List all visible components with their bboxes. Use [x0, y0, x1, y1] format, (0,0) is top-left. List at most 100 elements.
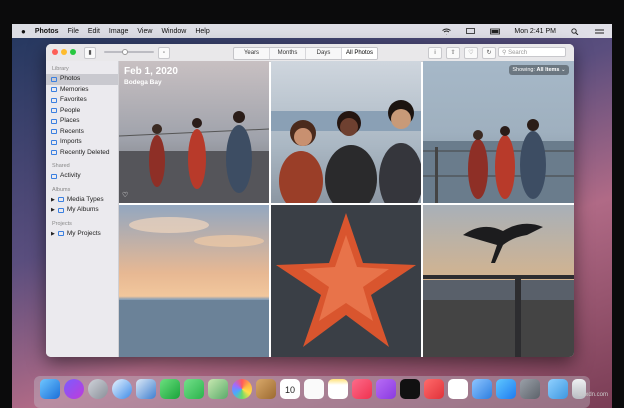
photo-tile[interactable] — [423, 205, 574, 357]
system-preferences-icon[interactable] — [520, 379, 540, 399]
contacts-icon[interactable] — [256, 379, 276, 399]
sidebar-item-activity[interactable]: Activity — [46, 171, 118, 182]
memories-icon — [51, 87, 57, 93]
sidebar-item-label: Memories — [60, 85, 89, 93]
import-icon — [51, 139, 57, 145]
window-toolbar: ▮ ▫ Years Months Days All Photos i ⇧ ♡ ↻… — [46, 44, 574, 62]
numbers-icon[interactable] — [448, 379, 468, 399]
disclosure-triangle-icon[interactable]: ▶ — [51, 205, 55, 216]
music-icon[interactable] — [352, 379, 372, 399]
favorite-icon[interactable]: ♡ — [464, 47, 478, 59]
sidebar-item-my-projects[interactable]: ▶ My Projects — [46, 229, 118, 240]
close-button[interactable] — [52, 49, 58, 55]
safari-icon[interactable] — [112, 379, 132, 399]
sidebar-item-label: My Albums — [66, 206, 99, 213]
tab-days[interactable]: Days — [306, 48, 342, 59]
menu-image[interactable]: Image — [109, 28, 128, 35]
search-input[interactable]: ⚲ Search — [498, 47, 566, 57]
minimize-button[interactable] — [61, 49, 67, 55]
zoom-button[interactable] — [70, 49, 76, 55]
photo-tile[interactable]: Showing: All Items ⌄ — [423, 61, 574, 203]
control-center-icon[interactable] — [595, 28, 604, 35]
photo-tile[interactable] — [271, 61, 421, 203]
keynote-icon[interactable] — [472, 379, 492, 399]
sidebar-item-people[interactable]: People — [46, 106, 118, 117]
menu-clock[interactable]: Mon 2:41 PM — [514, 28, 556, 35]
mail-icon[interactable] — [136, 379, 156, 399]
rotate-icon[interactable]: ↻ — [482, 47, 496, 59]
photo-image — [271, 205, 421, 357]
menu-file[interactable]: File — [68, 28, 79, 35]
menu-window[interactable]: Window — [161, 28, 186, 35]
tab-years[interactable]: Years — [234, 48, 270, 59]
messages-icon[interactable] — [184, 379, 204, 399]
dock: 10 — [34, 376, 590, 408]
sidebar-item-my-albums[interactable]: ▶ My Albums — [46, 205, 118, 216]
sidebar-item-places[interactable]: Places — [46, 116, 118, 127]
notes-icon[interactable] — [328, 379, 348, 399]
cloud-icon — [51, 173, 57, 179]
airplay-icon[interactable] — [466, 27, 476, 35]
reminders-icon[interactable] — [304, 379, 324, 399]
calendar-day: 10 — [284, 385, 295, 395]
battery-icon[interactable] — [490, 28, 501, 35]
sidebar-header-projects: Projects — [52, 220, 72, 227]
sidebar-item-recently-deleted[interactable]: Recently Deleted — [46, 148, 118, 159]
menu-edit[interactable]: Edit — [88, 28, 100, 35]
menu-view[interactable]: View — [137, 28, 152, 35]
sidebar-item-recents[interactable]: Recents — [46, 127, 118, 138]
spotlight-icon[interactable] — [571, 27, 580, 35]
tab-months[interactable]: Months — [270, 48, 306, 59]
calendar-icon[interactable]: 10 — [280, 379, 300, 399]
disclosure-triangle-icon[interactable]: ▶ — [51, 229, 55, 240]
wifi-icon[interactable] — [442, 28, 452, 35]
favorite-heart-icon[interactable]: ♡ — [122, 191, 128, 199]
downloads-folder-icon[interactable] — [548, 379, 568, 399]
trash-icon — [51, 150, 57, 156]
app-store-icon[interactable] — [496, 379, 516, 399]
news-icon[interactable] — [424, 379, 444, 399]
disclosure-triangle-icon[interactable]: ▶ — [51, 195, 55, 206]
search-placeholder: Search — [508, 50, 528, 56]
sidebar-header-library: Library — [52, 66, 69, 72]
sidebar-item-favorites[interactable]: Favorites — [46, 95, 118, 106]
apple-icon[interactable]: ● — [21, 27, 26, 36]
view-segmented-control: Years Months Days All Photos — [233, 47, 378, 60]
facetime-icon[interactable] — [160, 379, 180, 399]
sidebar-item-label: Favorites — [60, 96, 87, 103]
sidebar-item-media-types[interactable]: ▶ Media Types — [46, 195, 118, 206]
showing-filter-dropdown[interactable]: Showing: All Items ⌄ — [509, 65, 569, 75]
siri-icon[interactable] — [64, 379, 84, 399]
info-icon[interactable]: i — [428, 47, 442, 59]
sidebar-item-imports[interactable]: Imports — [46, 137, 118, 148]
menu-help[interactable]: Help — [195, 28, 209, 35]
tv-icon[interactable] — [400, 379, 420, 399]
photos-window: ▮ ▫ Years Months Days All Photos i ⇧ ♡ ↻… — [46, 44, 574, 357]
photo-image — [119, 217, 269, 357]
tab-all-photos[interactable]: All Photos — [342, 48, 377, 59]
finder-icon[interactable] — [40, 379, 60, 399]
menu-app-name[interactable]: Photos — [35, 28, 59, 35]
sidebar-item-photos[interactable]: Photos — [46, 74, 118, 85]
podcasts-icon[interactable] — [376, 379, 396, 399]
sidebar-item-label: Recently Deleted — [60, 148, 110, 156]
maps-icon[interactable] — [208, 379, 228, 399]
showing-value: All Items — [536, 67, 560, 73]
zoom-slider-knob[interactable] — [122, 49, 128, 55]
map-icon — [51, 118, 57, 124]
sidebar-item-label: My Projects — [66, 229, 101, 237]
sidebar-header-shared: Shared — [52, 163, 70, 169]
sidebar-item-label: Imports — [60, 138, 82, 145]
showing-label: Showing: — [512, 67, 536, 73]
slideshow-icon[interactable]: ▫ — [158, 47, 170, 59]
share-icon[interactable]: ⇧ — [446, 47, 460, 59]
chevron-down-icon: ⌄ — [561, 67, 566, 73]
sidebar-toggle-icon[interactable]: ▮ — [84, 47, 96, 59]
photo-tile[interactable] — [271, 205, 421, 357]
photos-app-icon[interactable] — [232, 379, 252, 399]
zoom-slider[interactable] — [104, 49, 154, 55]
photo-tile[interactable]: Feb 1, 2020 Bodega Bay ♡ — [119, 61, 269, 203]
sidebar-item-memories[interactable]: Memories — [46, 85, 118, 96]
photo-tile[interactable] — [119, 205, 269, 357]
launchpad-icon[interactable] — [88, 379, 108, 399]
